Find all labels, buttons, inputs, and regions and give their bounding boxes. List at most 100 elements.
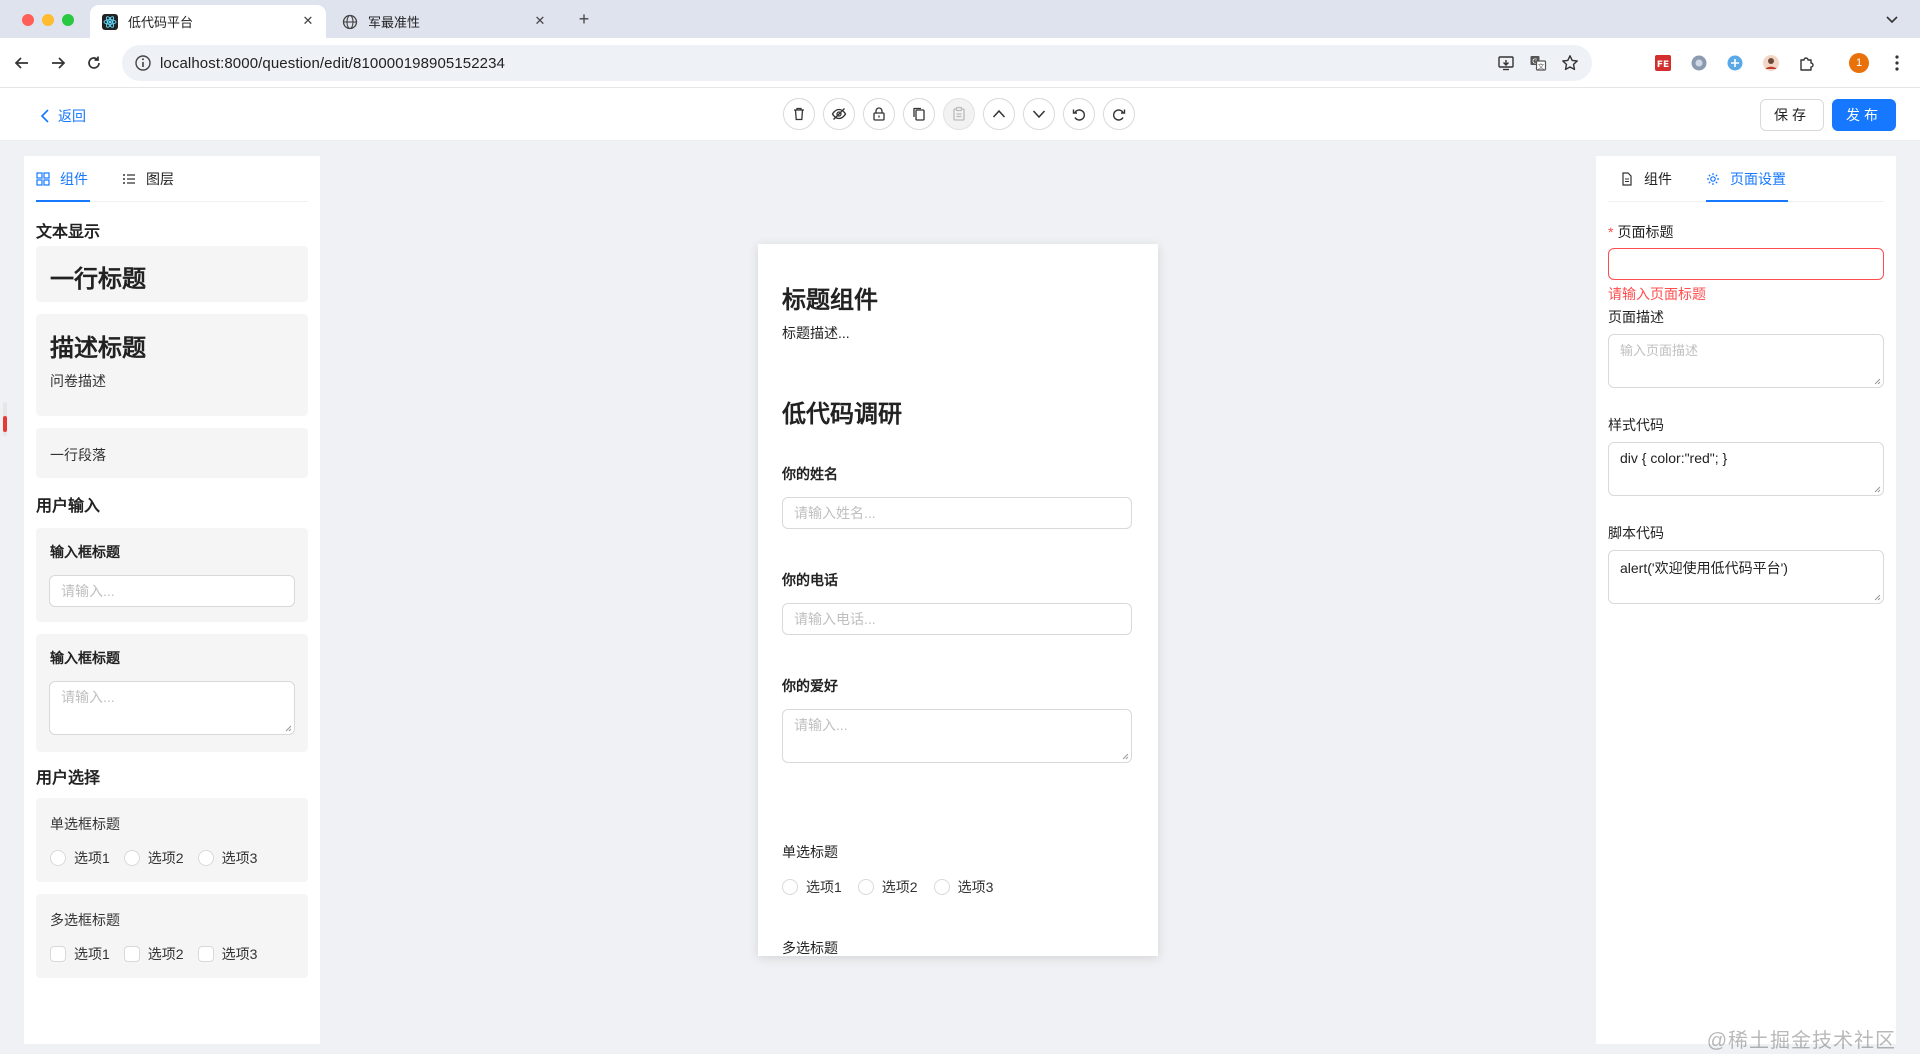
forward-arrow-icon[interactable] — [46, 51, 70, 75]
checkbox-option[interactable]: 选项1 — [50, 944, 110, 964]
radio-option-label: 选项2 — [147, 850, 184, 866]
radio-button[interactable] — [933, 879, 950, 895]
checkbox-option[interactable]: 选项2 — [123, 944, 184, 964]
move-down-button[interactable] — [1023, 98, 1055, 130]
chevron-left-icon — [40, 109, 49, 123]
extension-avatar-icon[interactable] — [1760, 52, 1782, 74]
move-up-button[interactable] — [983, 98, 1015, 130]
install-app-icon[interactable] — [1496, 53, 1516, 73]
component-card-textarea[interactable]: 输入框标题 请输入... — [36, 634, 308, 752]
close-window-button[interactable] — [22, 14, 34, 26]
tab-components[interactable]: 组件 — [36, 170, 88, 188]
delete-button[interactable] — [783, 98, 815, 130]
browser-tab-lowcode[interactable]: 低代码平台 ✕ — [90, 5, 326, 38]
checkbox-option[interactable]: 选项3 — [197, 944, 257, 964]
radio-option[interactable]: 选项1 — [50, 848, 110, 868]
browser-tab-bar: 低代码平台 ✕ 军最准性 ✕ + — [0, 0, 1920, 38]
radio-option[interactable]: 选项3 — [933, 877, 994, 897]
editor-canvas: 标题组件 标题描述... 低代码调研 你的姓名 请输入姓名... 你的电话 请输… — [758, 244, 1158, 956]
component-card-radio[interactable]: 单选框标题 选项1 选项2 选项3 — [36, 798, 308, 882]
chevron-down-icon[interactable] — [1882, 10, 1902, 30]
undo-button[interactable] — [1063, 98, 1095, 130]
undo-icon — [1072, 109, 1085, 121]
radio-button[interactable] — [50, 850, 66, 866]
component-card-input[interactable]: 输入框标题 请输入... — [36, 528, 308, 622]
radio-button[interactable] — [123, 850, 140, 866]
active-tab-indicator — [36, 200, 90, 202]
style-code-editor[interactable]: div { color:"red"; } — [1608, 442, 1884, 496]
profile-avatar[interactable]: 1 — [1848, 52, 1870, 74]
radio-button[interactable] — [782, 879, 798, 895]
browser-menu-icon[interactable] — [1886, 52, 1908, 74]
checkbox[interactable] — [197, 946, 214, 962]
tab-title: 低代码平台 — [128, 15, 194, 30]
profile-initial: 1 — [1855, 57, 1863, 69]
new-tab-icon[interactable]: + — [574, 9, 594, 29]
component-card-checkbox[interactable]: 多选框标题 选项1 选项2 选项3 — [36, 894, 308, 978]
browser-tab-second[interactable]: 军最准性 ✕ — [330, 5, 558, 38]
page-desc-textarea[interactable]: 输入页面描述 — [1608, 334, 1884, 388]
properties-panel: 组件 页面设置 * 页面标题 请输入页面标题 页面描述 输入页面描述 样式代码 d… — [1596, 156, 1896, 1044]
checkbox-options: 选项1 选项2 选项3 — [50, 944, 271, 964]
required-mark: * — [1608, 224, 1614, 240]
page-title-error: 请输入页面标题 — [1608, 286, 1706, 302]
left-edge-handle[interactable] — [3, 402, 7, 436]
publish-button[interactable]: 发布 — [1832, 99, 1896, 131]
hide-button[interactable] — [823, 98, 855, 130]
extensions-puzzle-icon[interactable] — [1796, 52, 1818, 74]
radio-option[interactable]: 选项2 — [123, 848, 184, 868]
name-input[interactable]: 请输入姓名... — [782, 497, 1132, 529]
copy-button[interactable] — [903, 98, 935, 130]
redo-button[interactable] — [1103, 98, 1135, 130]
radio-option[interactable]: 选项1 — [782, 877, 842, 897]
maximize-window-button[interactable] — [62, 14, 74, 26]
lock-button[interactable] — [863, 98, 895, 130]
phone-input-placeholder: 请输入电话... — [794, 611, 876, 627]
tab-label: 组件 — [60, 171, 88, 187]
extension-blue-icon[interactable] — [1724, 52, 1746, 74]
checkbox[interactable] — [50, 946, 66, 962]
close-tab-icon[interactable]: ✕ — [300, 13, 316, 29]
redo-icon — [1113, 109, 1126, 121]
phone-input[interactable]: 请输入电话... — [782, 603, 1132, 635]
resize-grip-icon — [1122, 753, 1129, 760]
title-preview: 一行标题 — [50, 266, 146, 293]
checkbox[interactable] — [123, 946, 140, 962]
script-code-editor[interactable]: alert('欢迎使用低代码平台') — [1608, 550, 1884, 604]
reload-icon[interactable] — [82, 51, 106, 75]
radio-option-label: 选项3 — [221, 850, 258, 866]
component-card-paragraph[interactable]: 一行段落 — [36, 428, 308, 478]
component-card-description[interactable]: 描述标题 问卷描述 — [36, 314, 308, 416]
back-button[interactable]: 返回 — [40, 106, 86, 126]
extension-gray-icon[interactable] — [1688, 52, 1710, 74]
tab-page-settings[interactable]: 页面设置 — [1706, 170, 1786, 188]
canvas-title[interactable]: 标题组件 — [782, 280, 878, 315]
textarea-preview[interactable]: 请输入... — [49, 681, 295, 735]
page-title-input[interactable] — [1608, 248, 1884, 280]
watermark-text: @稀土掘金技术社区 — [1706, 1030, 1896, 1052]
canvas-heading[interactable]: 低代码调研 — [782, 394, 902, 429]
site-info-icon[interactable] — [134, 54, 152, 72]
radio-button[interactable] — [197, 850, 214, 866]
address-bar[interactable]: localhost:8000/question/edit/81000019890… — [122, 45, 1592, 81]
radio-option[interactable]: 选项2 — [857, 877, 918, 897]
tab-component-props[interactable]: 组件 — [1620, 170, 1672, 188]
component-card-title[interactable]: 一行标题 — [36, 246, 308, 302]
radio-option-label: 选项3 — [957, 879, 994, 895]
close-tab-icon[interactable]: ✕ — [532, 13, 548, 29]
canvas-title-description[interactable]: 标题描述... — [782, 323, 850, 343]
translate-icon[interactable]: G文 — [1528, 53, 1548, 73]
input-preview[interactable]: 请输入... — [49, 575, 295, 607]
bookmark-star-icon[interactable] — [1560, 53, 1580, 73]
hobby-textarea[interactable]: 请输入... — [782, 709, 1132, 763]
radio-option[interactable]: 选项3 — [197, 848, 258, 868]
extension-fe-icon[interactable]: FE — [1652, 52, 1674, 74]
back-arrow-icon[interactable] — [10, 51, 34, 75]
script-code-label: 脚本代码 — [1608, 525, 1664, 541]
save-button[interactable]: 保存 — [1760, 99, 1824, 131]
radio-button[interactable] — [857, 879, 874, 895]
minimize-window-button[interactable] — [42, 14, 54, 26]
paste-button[interactable] — [943, 98, 975, 130]
tab-layers[interactable]: 图层 — [122, 170, 174, 188]
style-code-value: div { color:"red"; } — [1620, 450, 1728, 466]
